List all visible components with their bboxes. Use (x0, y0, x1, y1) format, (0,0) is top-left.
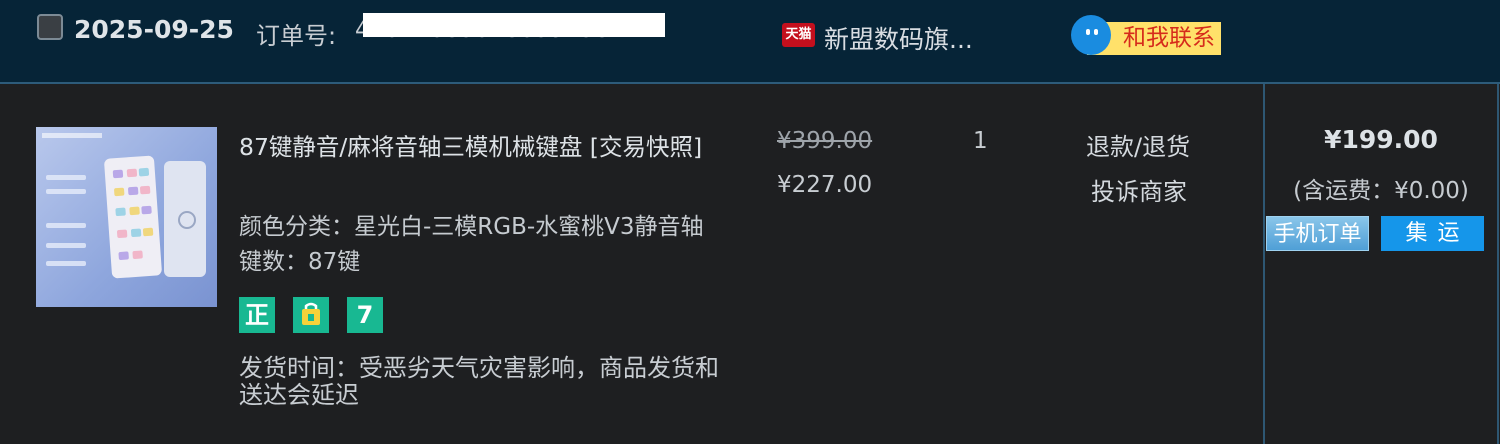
order-number-label: 订单号: (256, 22, 337, 50)
unit-price: ¥227.00 (777, 172, 873, 198)
product-thumbnail[interactable] (36, 127, 217, 307)
product-attributes: 颜色分类：星光白-三模RGB-水蜜桃V3静音轴 键数：87键 (239, 214, 704, 275)
order-header: 2025-09-25 订单号: 47074083048039738 天猫 新盟数… (0, 0, 1500, 84)
order-date: 2025-09-25 (74, 15, 234, 44)
mobile-order-badge[interactable]: 手机订单 (1266, 216, 1369, 251)
original-price: ¥399.00 (777, 128, 873, 154)
shop-name-link[interactable]: 新盟数码旗... (824, 20, 973, 56)
consolidated-shipping-button[interactable]: 集运 (1381, 216, 1484, 251)
tmall-icon: 天猫 (782, 23, 815, 47)
quantity: 1 (973, 128, 988, 154)
chat-bubble-icon[interactable] (1071, 15, 1111, 55)
order-total: ¥199.00 (1324, 125, 1438, 154)
order-select-checkbox[interactable] (37, 14, 63, 40)
product-title-link[interactable]: 87键静音/麻将音轴三模机械键盘 [交易快照] (239, 130, 739, 165)
shopping-bag-badge-icon (293, 297, 329, 333)
complain-seller-link[interactable]: 投诉商家 (1091, 172, 1187, 207)
redaction-box (363, 13, 665, 37)
genuine-badge-icon: 正 (239, 297, 275, 333)
contact-seller-button[interactable]: 和我联系 (1071, 15, 1221, 57)
refund-return-link[interactable]: 退款/退货 (1086, 127, 1190, 162)
shipping-fee: (含运费：¥0.00) (1293, 178, 1469, 204)
shipping-time-note: 发货时间：受恶劣天气灾害影响，商品发货和送达会延迟 (239, 354, 719, 409)
seven-day-return-badge-icon: 7 (347, 297, 383, 333)
